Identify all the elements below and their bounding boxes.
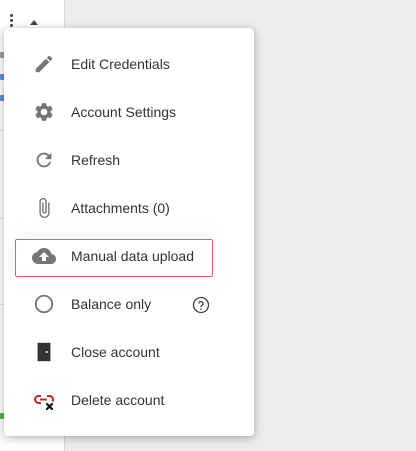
menu-item-manual-data-upload[interactable]: Manual data upload [4, 232, 254, 280]
menu-item-edit-credentials[interactable]: Edit Credentials [4, 40, 254, 88]
paperclip-icon [32, 196, 56, 220]
menu-item-label: Delete account [71, 392, 165, 408]
door-icon [32, 340, 56, 364]
menu-item-label: Edit Credentials [71, 56, 170, 72]
menu-item-balance-only[interactable]: Balance only [4, 280, 254, 328]
more-options-icon[interactable] [10, 14, 14, 28]
menu-item-delete-account[interactable]: Delete account [4, 376, 254, 424]
refresh-icon [32, 148, 56, 172]
cloud-upload-icon [32, 244, 56, 268]
help-circle-icon[interactable] [192, 296, 210, 314]
gear-icon [32, 100, 56, 124]
collapse-caret-icon[interactable] [30, 20, 38, 25]
unlink-delete-icon [32, 388, 56, 412]
radio-empty-icon[interactable] [32, 292, 56, 316]
menu-item-label: Balance only [71, 296, 152, 312]
menu-item-label: Close account [71, 344, 160, 360]
menu-item-label: Refresh [71, 152, 121, 168]
account-actions-menu: Edit Credentials Account Settings Refres… [4, 28, 254, 436]
menu-item-label: Attachments (0) [71, 200, 170, 216]
pencil-icon [32, 52, 56, 76]
menu-item-attachments[interactable]: Attachments (0) [4, 184, 254, 232]
menu-item-label: Account Settings [71, 104, 177, 120]
menu-item-label: Manual data upload [71, 248, 194, 264]
menu-item-account-settings[interactable]: Account Settings [4, 88, 254, 136]
menu-item-refresh[interactable]: Refresh [4, 136, 254, 184]
menu-item-close-account[interactable]: Close account [4, 328, 254, 376]
